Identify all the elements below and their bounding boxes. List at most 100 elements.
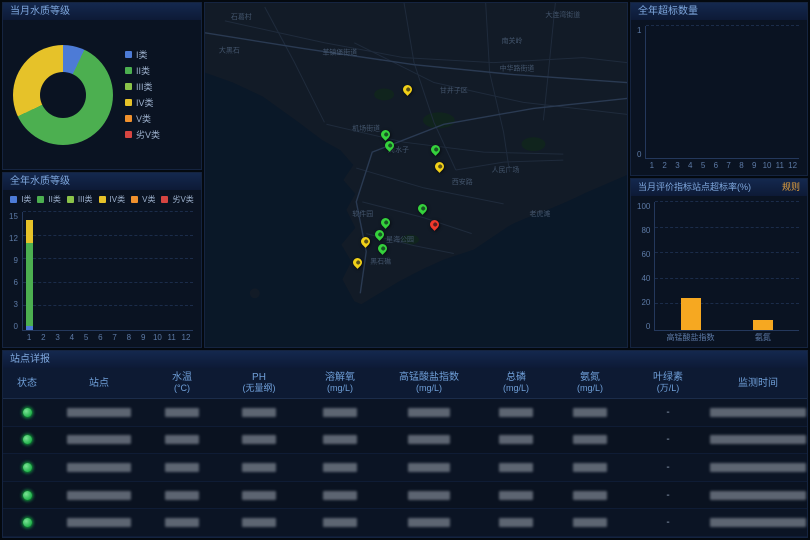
masked-value (408, 518, 450, 527)
map-pin-11[interactable] (376, 242, 389, 255)
legend-item-II类[interactable]: II类 (125, 64, 160, 77)
legend-label: V类 (142, 194, 155, 205)
legend-item-IV类[interactable]: IV类 (99, 194, 126, 205)
column-header-tp: 总磷(mg/L) (479, 372, 553, 394)
status-indicator (22, 517, 33, 528)
masked-value (323, 408, 357, 417)
rate-bar-氨氮[interactable] (753, 320, 773, 330)
legend-label: I类 (21, 194, 31, 205)
month-donut (13, 45, 113, 145)
map-pin-10[interactable] (359, 235, 372, 248)
map-pin-12[interactable] (351, 256, 364, 269)
legend-item-III类[interactable]: III类 (67, 194, 93, 205)
cell-do (301, 435, 379, 444)
legend-item-I类[interactable]: I类 (125, 48, 160, 61)
cell-ph (217, 518, 301, 527)
legend-item-III类[interactable]: III类 (125, 80, 160, 93)
map-pin-8[interactable] (379, 216, 392, 229)
masked-value (165, 491, 199, 500)
cell-tp (479, 408, 553, 417)
cell-do (301, 408, 379, 417)
cell-time (709, 463, 807, 472)
masked-value (499, 518, 533, 527)
cell-codmn (379, 408, 479, 417)
column-header-do: 溶解氧(mg/L) (301, 372, 379, 394)
cell-temp (147, 408, 217, 417)
masked-value (67, 408, 131, 417)
cell-station (51, 435, 147, 444)
legend-swatch (125, 51, 132, 58)
masked-value (499, 408, 533, 417)
column-header-station: 站点 (51, 378, 147, 389)
table-row-4[interactable]: - (3, 482, 807, 510)
cell-chla: - (627, 517, 709, 528)
table-row-3[interactable]: - (3, 454, 807, 482)
map-pin-4[interactable] (429, 143, 442, 156)
legend-item-II类[interactable]: II类 (37, 194, 60, 205)
map-pin-6[interactable] (416, 202, 429, 215)
masked-value (242, 463, 276, 472)
map-pin-5[interactable] (433, 160, 446, 173)
map-pin-9[interactable] (373, 228, 386, 241)
grid-line (646, 25, 799, 26)
cell-status (3, 407, 51, 418)
table-row-1[interactable]: - (3, 399, 807, 427)
legend-item-劣V类[interactable]: 劣V类 (161, 194, 193, 205)
rules-link[interactable]: 规则 (782, 179, 800, 196)
legend-item-IV类[interactable]: IV类 (125, 96, 160, 109)
legend-label: 劣V类 (136, 128, 160, 141)
year-quality-legend: I类 II类 III类 IV类 V类劣V类 (3, 190, 201, 206)
dashboard: 当月水质等级 I类II类III类IV类V类劣V类 全年水质等级 I类II类III… (0, 0, 810, 540)
x-axis: 123456789101112 (645, 159, 799, 173)
masked-value (323, 491, 357, 500)
rate-bar-高锰酸盐指数[interactable] (681, 298, 701, 330)
stacked-bar-II类[interactable] (26, 243, 33, 326)
masked-value (710, 408, 806, 417)
cell-do (301, 518, 379, 527)
legend-swatch (125, 131, 132, 138)
masked-value (499, 463, 533, 472)
masked-value (573, 408, 607, 417)
cell-tp (479, 435, 553, 444)
cell-codmn (379, 491, 479, 500)
legend-label: III类 (78, 194, 93, 205)
cell-do (301, 491, 379, 500)
masked-value (408, 491, 450, 500)
masked-value (165, 408, 199, 417)
grid-line (655, 227, 799, 228)
stacked-bar-IV类[interactable] (26, 220, 33, 244)
plot-area (22, 212, 193, 331)
table-row-5[interactable]: - (3, 509, 807, 537)
stacked-bar-I类[interactable] (26, 326, 33, 330)
cell-chla: - (627, 490, 709, 501)
panel-stations-table: 站点详报 状态站点水温(°C)PH(无量纲)溶解氧(mg/L)高锰酸盐指数(mg… (2, 350, 808, 538)
map[interactable]: 石葛村大黑石革镇堡街道南关岭大连湾街道甘井子区机场街道中华路街道周水子西安路人民… (204, 2, 628, 348)
panel-body: 100806040200高锰酸盐指数氨氮 (631, 196, 807, 347)
legend-item-I类[interactable]: I类 (10, 194, 31, 205)
map-pin-7[interactable] (428, 218, 441, 231)
legend-swatch (99, 196, 106, 203)
table-row-2[interactable]: - (3, 427, 807, 455)
panel-header: 全年超标数量 (631, 3, 807, 20)
cell-temp (147, 491, 217, 500)
column-header-codmn: 高锰酸盐指数(mg/L) (379, 372, 479, 394)
cell-tp (479, 491, 553, 500)
legend-item-V类[interactable]: V类 (125, 112, 160, 125)
masked-value (323, 518, 357, 527)
masked-value (242, 408, 276, 417)
y-axis: 15129630 (9, 212, 22, 345)
map-pin-1[interactable] (401, 83, 414, 96)
legend-item-劣V类[interactable]: 劣V类 (125, 128, 160, 141)
panel-title: 当月评价指标站点超标率(%) (638, 179, 751, 196)
legend-label: IV类 (110, 194, 126, 205)
grid-line (23, 258, 193, 259)
year-quality-chart: 15129630123456789101112 (3, 206, 201, 347)
cell-time (709, 408, 807, 417)
cell-status (3, 490, 51, 501)
map-pin-3[interactable] (383, 139, 396, 152)
map-pin-2[interactable] (379, 128, 392, 141)
masked-value (67, 518, 131, 527)
legend-item-V类[interactable]: V类 (131, 194, 155, 205)
masked-value (573, 518, 607, 527)
cell-codmn (379, 435, 479, 444)
